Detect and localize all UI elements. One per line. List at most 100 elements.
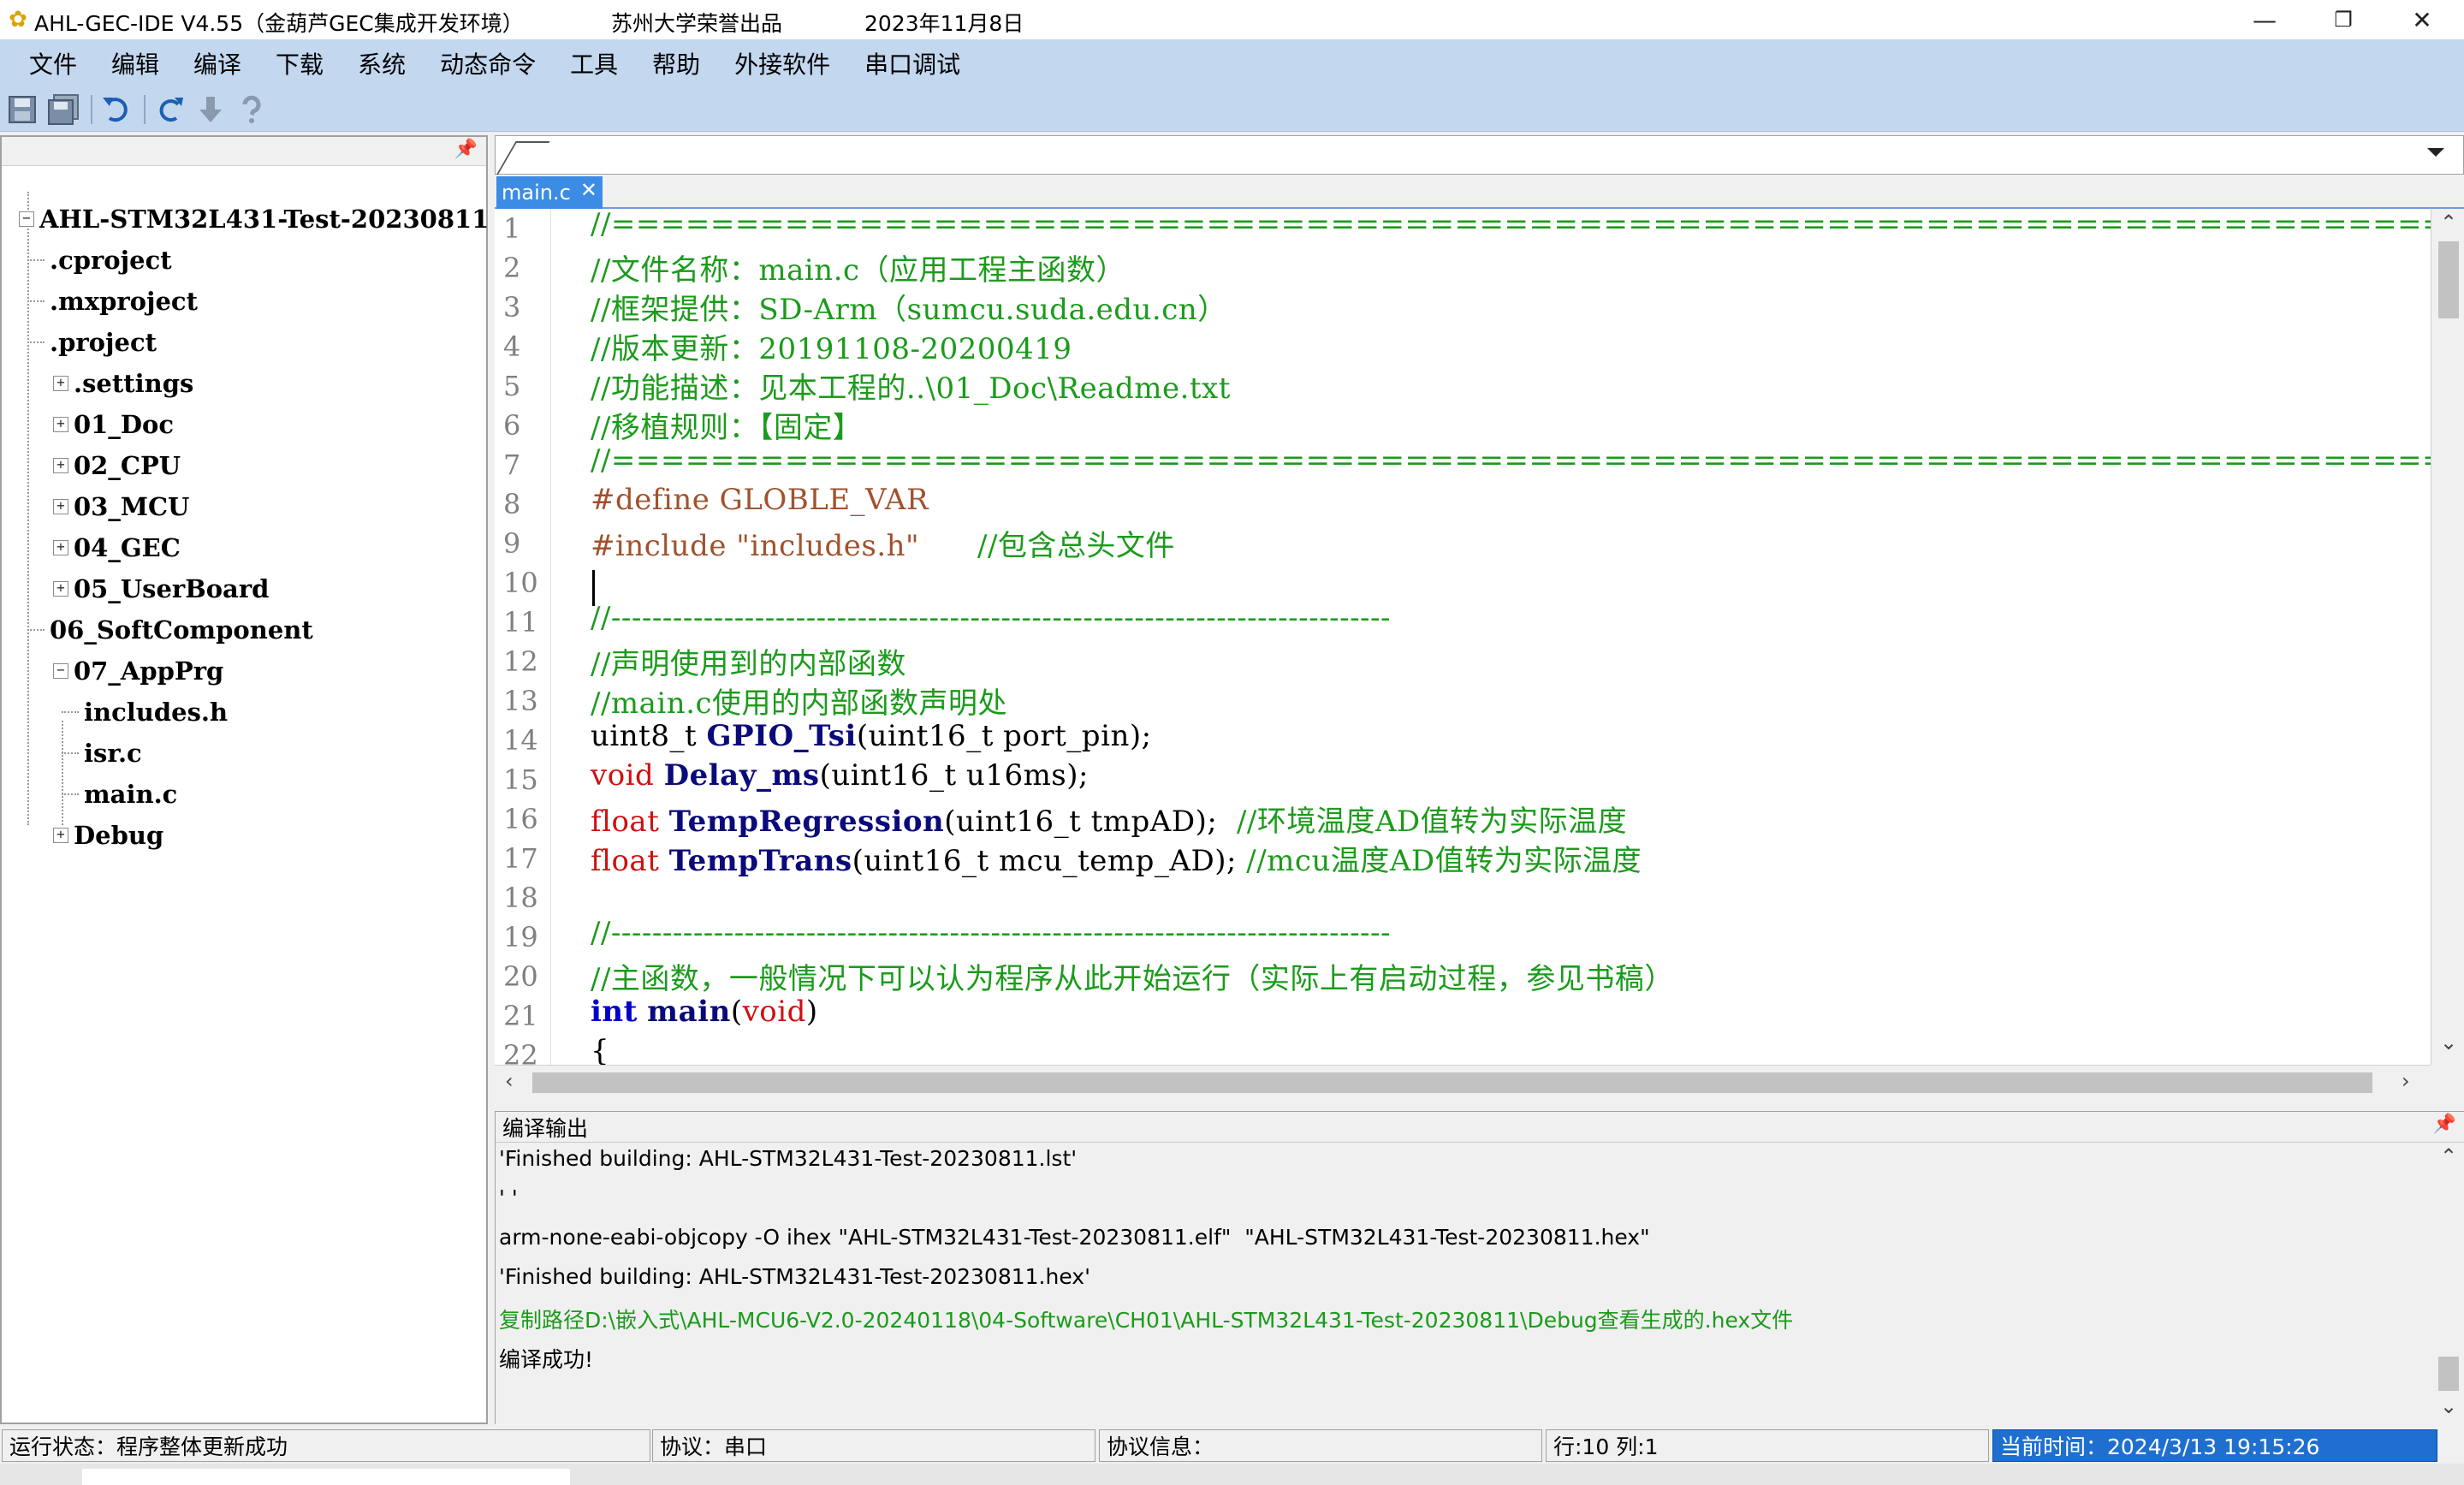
tree-item-04-gec[interactable]: +04_GEC [53, 531, 181, 565]
save-icon[interactable] [3, 91, 41, 128]
line-number: 6 [503, 409, 521, 442]
close-tab-icon[interactable]: ✕ [580, 178, 597, 202]
tree-item-main-c[interactable]: main.c [62, 777, 177, 811]
line-number: 13 [503, 685, 538, 717]
tab-main-c[interactable]: main.c ✕ [496, 176, 603, 209]
tree-item-02-cpu[interactable]: +02_CPU [53, 448, 181, 483]
app-title: AHL-GEC-IDE V4.55（金葫芦GEC集成开发环境） [34, 11, 524, 36]
expand-icon[interactable]: + [53, 540, 68, 555]
redo-icon[interactable] [151, 91, 188, 128]
tree-item-debug[interactable]: + Debug [53, 818, 163, 852]
code-line: //框架提供：SD-Arm（sumcu.suda.edu.cn） [591, 293, 1227, 327]
code-line: uint8_t GPIO_Tsi(uint16_t port_pin); [591, 719, 1152, 753]
project-explorer: 📌 − AHL-STM32L431-Test-20230811 .cprojec… [0, 135, 489, 1424]
scroll-thumb[interactable] [2438, 1357, 2459, 1391]
menu-system[interactable]: 系统 [341, 39, 423, 87]
tree-item-05-userboard[interactable]: +05_UserBoard [53, 572, 269, 606]
scroll-thumb[interactable] [532, 1072, 2372, 1093]
panel-header: 📌 [2, 137, 486, 166]
collapse-icon[interactable]: − [19, 211, 34, 227]
scroll-right-icon[interactable]: › [2402, 1069, 2410, 1093]
menu-compile[interactable]: 编译 [176, 39, 258, 87]
title-bar: ✿ AHL-GEC-IDE V4.55（金葫芦GEC集成开发环境） 苏州大学荣誉… [0, 0, 2464, 39]
status-protocol: 协议：串口 [652, 1429, 1095, 1462]
pin-icon[interactable]: 📌 [2433, 1114, 2456, 1135]
chevron-down-icon[interactable] [2427, 148, 2444, 157]
tree-item-includes-h[interactable]: includes.h [62, 695, 228, 729]
menu-download[interactable]: 下载 [258, 39, 341, 87]
line-number: 8 [503, 488, 521, 520]
editor-horizontal-scrollbar[interactable]: ‹ › [495, 1065, 2431, 1099]
tree-item-settings[interactable]: + .settings [53, 366, 193, 401]
scroll-down-icon[interactable]: ⌄ [2440, 1394, 2457, 1418]
menu-external-software[interactable]: 外接软件 [717, 39, 847, 87]
compile-output-panel: 编译输出 📌 'Finished building: AHL-STM32L431… [495, 1111, 2464, 1425]
expand-icon[interactable]: + [53, 458, 68, 473]
collapse-icon[interactable]: − [53, 663, 68, 679]
line-number: 17 [503, 842, 538, 875]
menu-serial-debug[interactable]: 串口调试 [847, 39, 977, 87]
menu-edit[interactable]: 编辑 [94, 39, 176, 87]
code-line: float TempRegression(uint16_t tmpAD); //… [591, 805, 1628, 839]
tree-item-mxproject[interactable]: .mxproject [27, 284, 198, 318]
code-line: //main.c使用的内部函数声明处 [591, 686, 1008, 721]
tree-root[interactable]: − AHL-STM32L431-Test-20230811 [19, 202, 489, 236]
editor-area: main.c ✕ 1 2 3 4 5 6 7 8 9 10 11 12 13 14 15 16 17 18 19 20… [495, 135, 2464, 1107]
code-editor[interactable]: 1 2 3 4 5 6 7 8 9 10 11 12 13 14 15 16 17 18 19 20 21 22 //==… [495, 209, 2431, 1065]
editor-vertical-scrollbar[interactable]: ⌃ ⌄ [2431, 209, 2464, 1065]
output-line: ' ' [499, 1185, 518, 1210]
output-header: 编译输出 📌 [496, 1112, 2464, 1143]
output-vertical-scrollbar[interactable]: ⌃ ⌄ [2431, 1143, 2464, 1425]
code-line: //主函数，一般情况下可以认为程序从此开始运行（实际上有启动过程，参见书稿） [591, 962, 1674, 996]
code-line: //======================================… [591, 443, 2431, 478]
menu-dynamic-command[interactable]: 动态命令 [423, 39, 553, 87]
line-number: 14 [503, 724, 538, 757]
save-all-icon[interactable] [45, 91, 82, 128]
line-number: 10 [503, 567, 538, 599]
line-number: 21 [503, 1000, 538, 1032]
output-text[interactable]: 'Finished building: AHL-STM32L431-Test-2… [496, 1143, 2431, 1425]
tree-item-03-mcu[interactable]: +03_MCU [53, 490, 189, 524]
restore-button[interactable]: ❐ [2304, 0, 2383, 39]
expand-icon[interactable]: + [53, 376, 68, 391]
menu-help[interactable]: 帮助 [635, 39, 717, 87]
code-line: #include "includes.h" //包含总头文件 [591, 529, 1175, 563]
expand-icon[interactable]: + [53, 417, 68, 432]
expand-icon[interactable]: + [53, 828, 68, 843]
tree-item-06-softcomponent[interactable]: 06_SoftComponent [27, 613, 313, 647]
output-line: 编译成功! [499, 1347, 594, 1372]
close-button[interactable]: ✕ [2383, 0, 2461, 39]
line-number: 1 [503, 212, 521, 245]
expand-icon[interactable]: + [53, 581, 68, 597]
menu-tools[interactable]: 工具 [553, 39, 635, 87]
scroll-up-icon[interactable]: ⌃ [2440, 1144, 2457, 1168]
toolbar-separator [91, 94, 92, 124]
scroll-thumb[interactable] [2438, 241, 2459, 318]
output-line: 复制路径D:\嵌入式\AHL-MCU6-V2.0-20240118\04-Sof… [499, 1308, 1794, 1333]
output-title: 编译输出 [502, 1115, 589, 1141]
help-icon[interactable] [233, 91, 270, 128]
code-line: //功能描述：见本工程的..\01_Doc\Readme.txt [591, 371, 1231, 406]
code-line: //======================================… [591, 209, 2431, 241]
tree-item-cproject[interactable]: .cproject [27, 243, 172, 277]
download-icon[interactable] [192, 91, 229, 128]
scroll-down-icon[interactable]: ⌄ [2440, 1031, 2457, 1054]
scroll-left-icon[interactable]: ‹ [505, 1069, 514, 1093]
tree-item-07-appprg[interactable]: −07_AppPrg [53, 654, 223, 688]
status-run: 运行状态：程序整体更新成功 [2, 1429, 650, 1462]
line-number: 20 [503, 960, 538, 993]
tree-item-project[interactable]: .project [27, 325, 157, 359]
code-line: //移植规则：【固定】 [591, 411, 863, 445]
scroll-up-icon[interactable]: ⌃ [2440, 211, 2457, 235]
line-number-gutter: 1 2 3 4 5 6 7 8 9 10 11 12 13 14 15 16 17 18 19 20 21 22 [495, 209, 551, 1065]
code-line: //声明使用到的内部函数 [591, 647, 906, 681]
pin-icon[interactable]: 📌 [454, 139, 478, 160]
menu-file[interactable]: 文件 [12, 39, 94, 87]
toolbar [0, 87, 2464, 132]
tree-item-01-doc[interactable]: +01_Doc [53, 407, 174, 442]
minimize-button[interactable]: — [2225, 0, 2304, 39]
expand-icon[interactable]: + [53, 499, 68, 514]
line-number: 5 [503, 370, 521, 402]
undo-icon[interactable] [98, 91, 135, 128]
tree-item-isr-c[interactable]: isr.c [62, 736, 142, 770]
